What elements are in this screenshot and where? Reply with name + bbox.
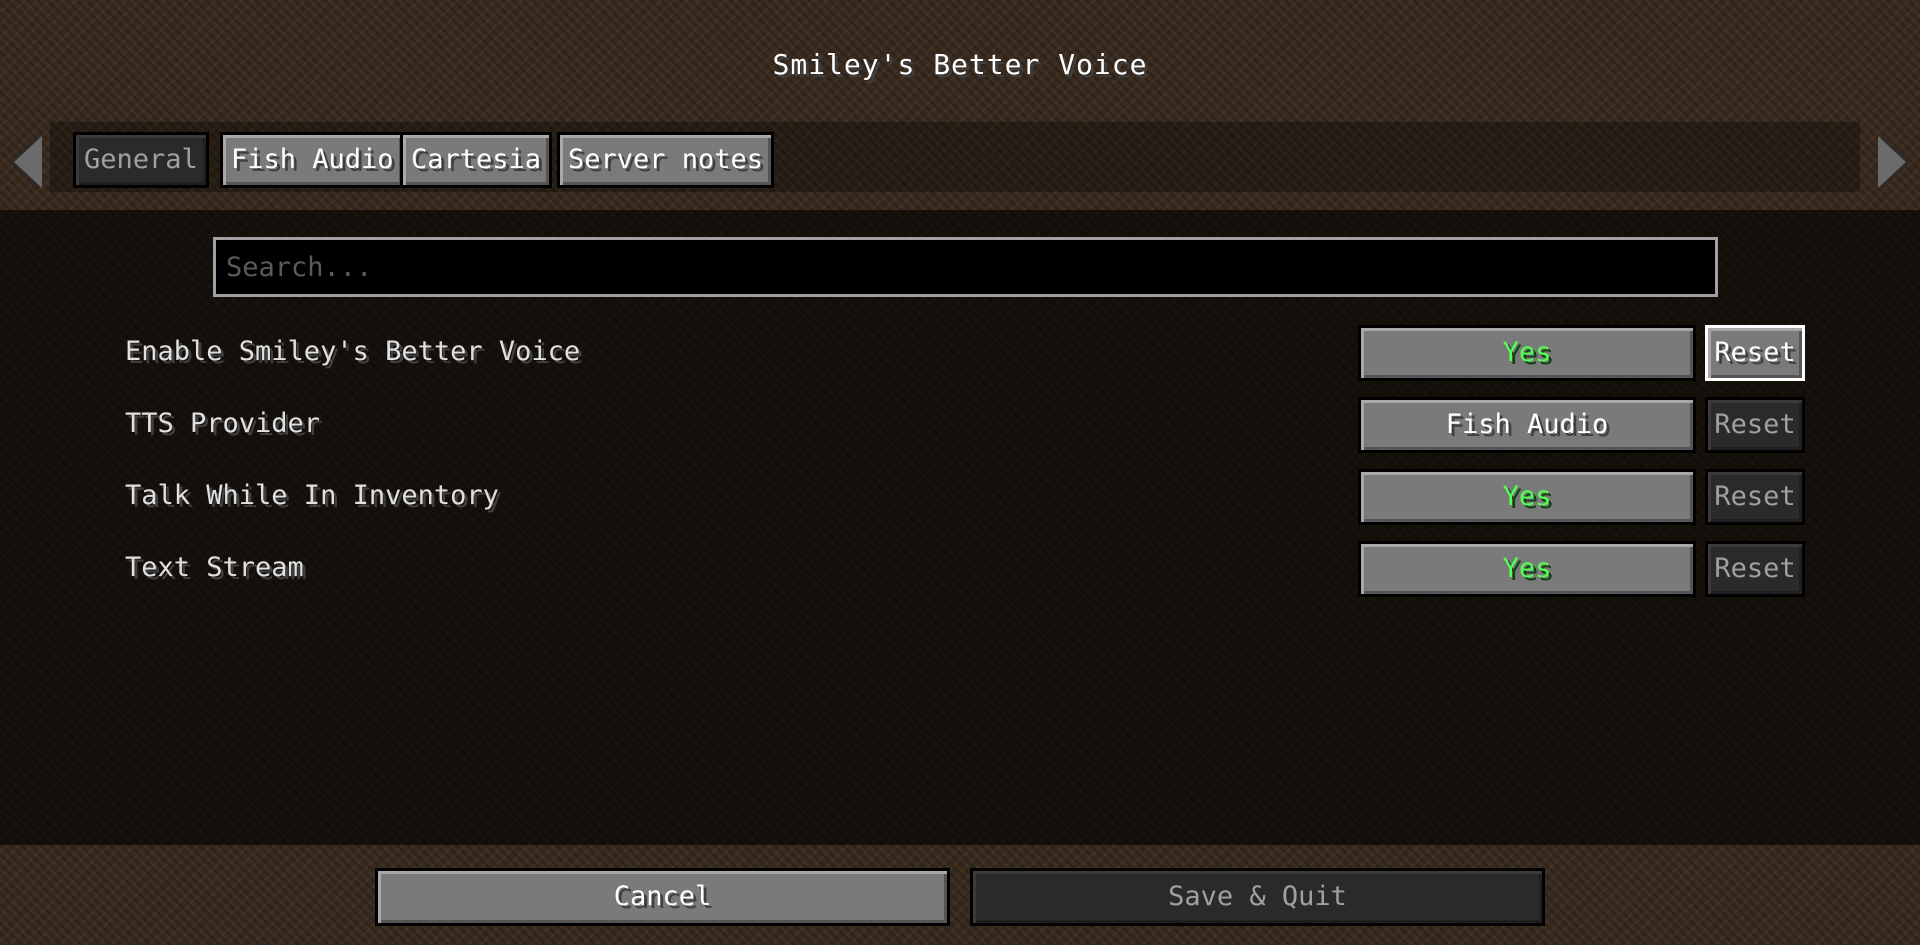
tab-server-notes[interactable]: Server notes: [557, 132, 775, 188]
tab-general[interactable]: General: [73, 132, 209, 188]
options-panel: [0, 210, 1920, 845]
cancel-button[interactable]: Cancel: [375, 868, 950, 926]
option-value-talk-in-inventory-button[interactable]: Yes: [1358, 469, 1696, 525]
option-value-tts-provider-button[interactable]: Fish Audio: [1358, 397, 1696, 453]
arrow-right-icon[interactable]: [1878, 136, 1906, 188]
option-value-text-stream-button[interactable]: Yes: [1358, 541, 1696, 597]
option-label-tts-provider: TTS Provider: [125, 408, 321, 439]
reset-tts-provider-button[interactable]: Reset: [1705, 397, 1805, 453]
option-label-enable: Enable Smiley's Better Voice: [125, 336, 581, 367]
option-value-enable-button[interactable]: Yes: [1358, 325, 1696, 381]
save-and-quit-button[interactable]: Save & Quit: [970, 868, 1545, 926]
option-label-talk-in-inventory: Talk While In Inventory: [125, 480, 499, 511]
arrow-left-icon[interactable]: [14, 136, 42, 188]
tab-fish-audio[interactable]: Fish Audio: [220, 132, 405, 188]
reset-talk-in-inventory-button[interactable]: Reset: [1705, 469, 1805, 525]
reset-text-stream-button[interactable]: Reset: [1705, 541, 1805, 597]
search-input[interactable]: [213, 237, 1718, 297]
reset-enable-button[interactable]: Reset: [1705, 325, 1805, 381]
screen-title: Smiley's Better Voice: [772, 48, 1148, 81]
tab-cartesia[interactable]: Cartesia: [400, 132, 553, 188]
option-label-text-stream: Text Stream: [125, 552, 304, 583]
